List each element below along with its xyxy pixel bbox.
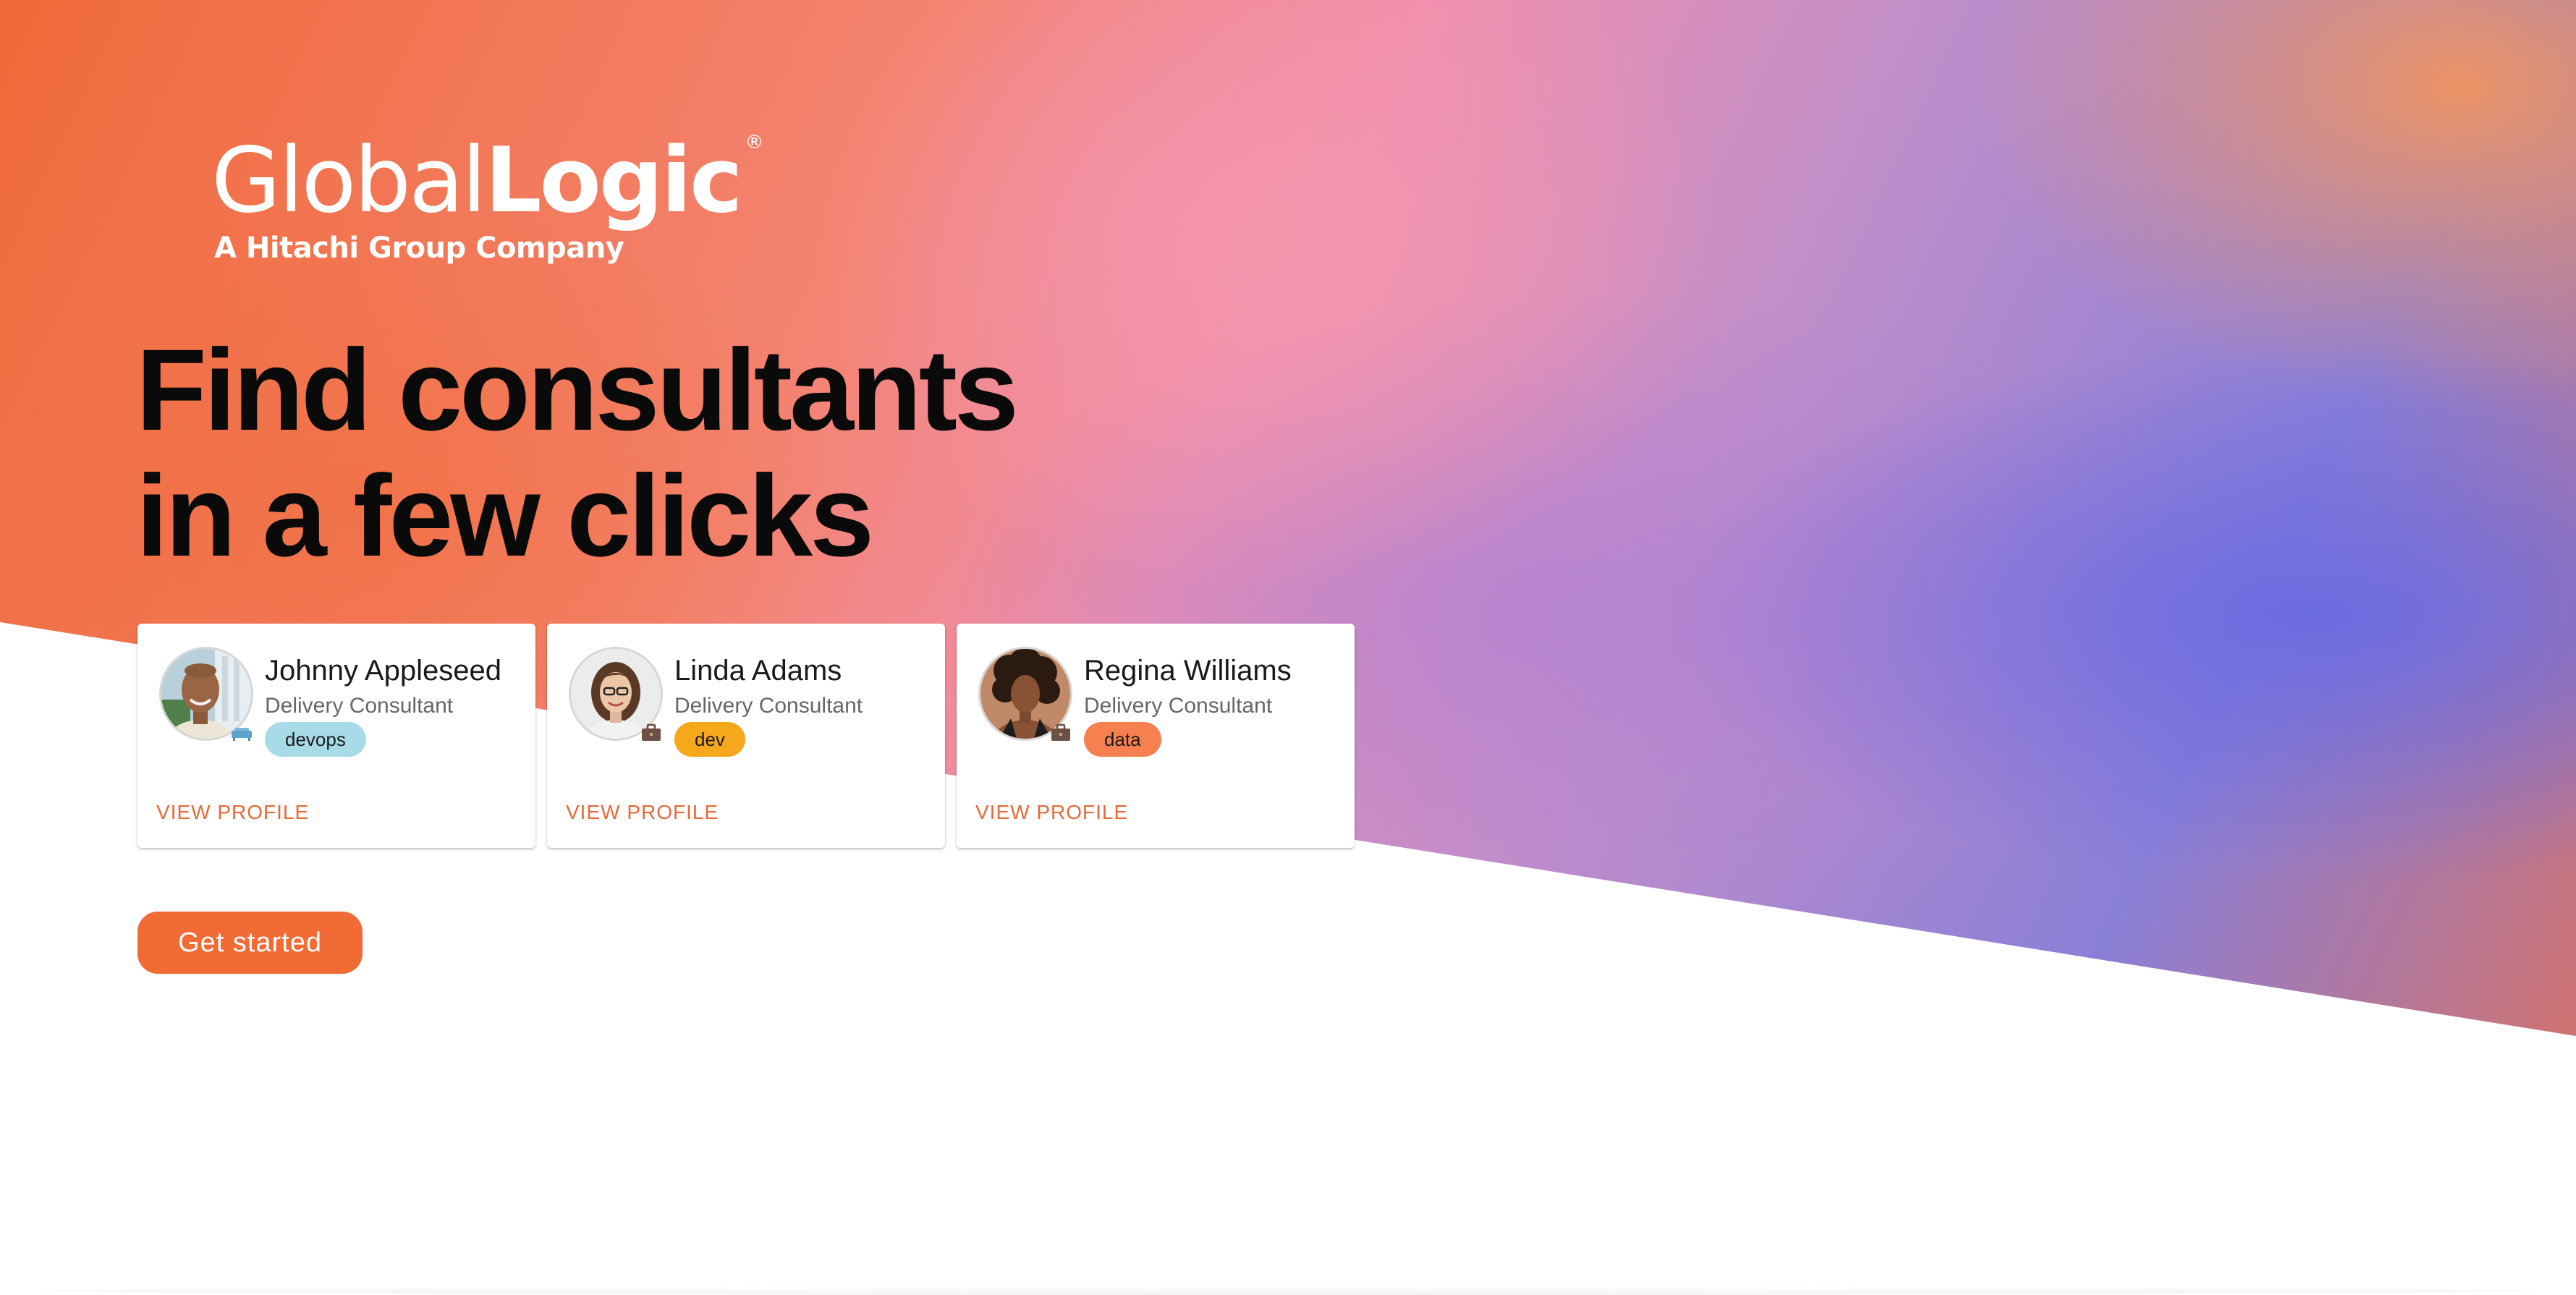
- logo-word-light: Global: [211, 129, 487, 233]
- page-headline: Find consultants in a few clicks: [136, 325, 1019, 580]
- avatar-container: [159, 647, 253, 741]
- logo-word-bold: Logic: [484, 129, 743, 233]
- globallogic-logo: GlobalLogic ® A Hitachi Group Company: [211, 129, 764, 266]
- consultant-role: Delivery Consultant: [1084, 694, 1273, 718]
- briefcase-icon: [1051, 723, 1070, 741]
- headline-line-2: in a few clicks: [136, 451, 874, 580]
- logo-tagline: A Hitachi Group Company: [214, 232, 624, 265]
- headline-line-1: Find consultants: [136, 325, 1019, 454]
- get-started-button[interactable]: Get started: [137, 912, 363, 974]
- skill-tag: dev: [674, 722, 745, 757]
- bottom-divider-shadow: [43, 1286, 2533, 1295]
- consultant-card: Johnny Appleseed Delivery Consultant dev…: [137, 624, 535, 848]
- view-profile-link[interactable]: VIEW PROFILE: [975, 800, 1128, 825]
- consultant-card: Linda Adams Delivery Consultant dev VIEW…: [547, 624, 945, 848]
- skill-tag: devops: [265, 722, 366, 757]
- logo-wordmark: GlobalLogic ®: [211, 129, 764, 233]
- consultant-name: Johnny Appleseed: [265, 655, 501, 687]
- avatar-container: [978, 647, 1072, 741]
- view-profile-link[interactable]: VIEW PROFILE: [156, 800, 309, 825]
- briefcase-icon: [642, 723, 661, 741]
- registered-mark: ®: [745, 132, 764, 153]
- landing-page: GlobalLogic ® A Hitachi Group Company Fi…: [0, 0, 2576, 1295]
- consultant-name: Regina Williams: [1084, 655, 1292, 687]
- avatar-container: [569, 647, 663, 741]
- sofa-icon: [232, 728, 252, 741]
- view-profile-link[interactable]: VIEW PROFILE: [566, 800, 719, 825]
- consultant-role: Delivery Consultant: [265, 694, 454, 718]
- skill-tag: data: [1084, 722, 1161, 757]
- consultant-card: Regina Williams Delivery Consultant data…: [957, 624, 1355, 848]
- consultant-role: Delivery Consultant: [674, 694, 863, 718]
- consultant-name: Linda Adams: [674, 655, 842, 687]
- consultant-cards: Johnny Appleseed Delivery Consultant dev…: [137, 624, 1355, 848]
